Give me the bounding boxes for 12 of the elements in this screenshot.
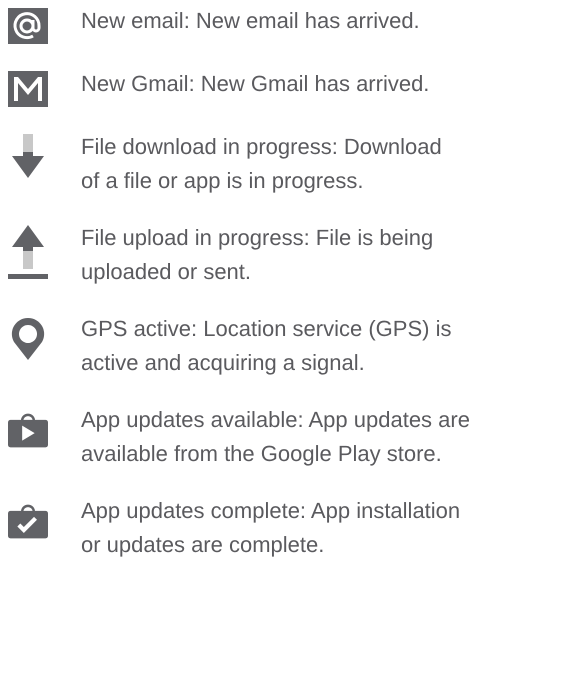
map-pin-icon (10, 316, 46, 360)
letter-m-icon (8, 71, 48, 107)
notification-description: New Gmail: New Gmail has arrived. (81, 70, 430, 98)
notification-description: GPS active: Location service (GPS) is active and acquiring a signal. (81, 315, 452, 377)
notification-description: App updates available: App updates are available from the Google Play store. (81, 406, 471, 468)
notification-description: New email: New email has arrived. (81, 7, 421, 35)
upload-arrow-icon (8, 225, 48, 279)
notification-description: File upload in progress: File is being uploaded or sent. (81, 224, 434, 286)
notification-description: App updates complete: App installation or updates are complete. (81, 497, 462, 559)
download-arrow-icon (10, 134, 46, 180)
at-sign-icon (8, 8, 48, 44)
notification-description: File download in progress: Download of a file or app is in progress. (81, 133, 443, 195)
